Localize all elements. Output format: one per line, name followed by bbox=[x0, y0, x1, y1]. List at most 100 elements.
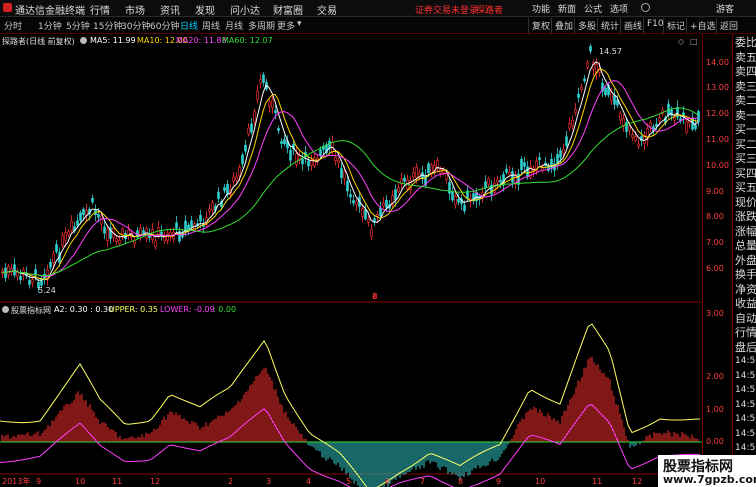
side-panel-label[interactable]: 买五 bbox=[735, 181, 756, 194]
side-panel-label[interactable]: 14:50 bbox=[735, 413, 756, 426]
period-tick[interactable]: 分时 bbox=[4, 19, 22, 32]
side-panel-label[interactable]: 委比 bbox=[735, 36, 756, 49]
chart-area[interactable]: 2013年 9 10 11 12 2 3 4 5 6 7 8 9 10 11 12 探路者(日线 前复权) M… bbox=[0, 34, 702, 487]
candle-body bbox=[589, 45, 592, 52]
menu-trade[interactable]: 交易 bbox=[317, 2, 337, 17]
period-5min[interactable]: 5分钟 bbox=[66, 19, 90, 32]
menu-ask[interactable]: 问小达 bbox=[230, 2, 260, 17]
side-panel-label[interactable]: 涨跌 bbox=[735, 210, 756, 223]
candle-body bbox=[103, 226, 106, 234]
side-panel-label[interactable]: 现价 bbox=[735, 196, 756, 209]
x-axis-label: 10 bbox=[75, 477, 85, 486]
login-status[interactable]: 证券交易未登录 bbox=[415, 3, 478, 16]
period-daily[interactable]: 日线 bbox=[180, 19, 198, 32]
side-panel-label[interactable]: 净资 bbox=[735, 283, 756, 296]
low-annotation: 5.24 bbox=[38, 286, 56, 295]
menu-functions[interactable]: 功能 bbox=[532, 2, 550, 15]
period-multi[interactable]: 多周期 bbox=[248, 19, 275, 32]
side-panel-label[interactable]: 卖一 bbox=[735, 109, 756, 122]
period-monthly[interactable]: 月线 bbox=[225, 19, 243, 32]
price-tick: 12.00 bbox=[706, 109, 729, 118]
x-axis-label: 11 bbox=[112, 477, 122, 486]
candle-body bbox=[397, 187, 400, 192]
side-panel-label[interactable]: 外盘 bbox=[735, 254, 756, 267]
candle-body bbox=[235, 176, 238, 181]
candle-body bbox=[226, 184, 229, 195]
candle-body bbox=[7, 266, 10, 275]
menu-news[interactable]: 资讯 bbox=[160, 2, 180, 17]
candle-body bbox=[628, 125, 631, 131]
side-panel-label[interactable]: 买二 bbox=[735, 138, 756, 151]
side-panel-label[interactable]: 14:50 bbox=[735, 399, 756, 412]
price-tick: 7.00 bbox=[706, 238, 724, 247]
period-more[interactable]: 更多 bbox=[277, 19, 295, 32]
candle-body bbox=[382, 202, 385, 207]
ma20-value: MA20: 11.88 bbox=[176, 36, 227, 45]
overlay-button[interactable]: 叠加 bbox=[551, 18, 576, 33]
side-panel-label[interactable]: 卖二 bbox=[735, 94, 756, 107]
side-panel-label[interactable]: 换手 bbox=[735, 268, 756, 281]
side-panel-label[interactable]: 自动 bbox=[735, 312, 756, 325]
candle-body bbox=[613, 95, 616, 105]
quote-side-panel: 委比卖五 卖四卖三 卖二卖一 买一买二 买三买四 买五现价 涨跌涨幅 总量外盘 换手净资 收益自动… bbox=[732, 34, 756, 487]
panel-close-icon[interactable]: □ bbox=[690, 37, 698, 46]
period-15min[interactable]: 15分钟 bbox=[93, 19, 122, 32]
period-1min[interactable]: 1分钟 bbox=[38, 19, 62, 32]
candle-body bbox=[223, 187, 226, 191]
kline-chart[interactable]: 2013年 9 10 11 12 2 3 4 5 6 7 8 9 10 11 12 bbox=[0, 34, 702, 487]
side-panel-label[interactable]: 总量 bbox=[735, 239, 756, 252]
period-weekly[interactable]: 周线 bbox=[202, 19, 220, 32]
side-panel-label[interactable]: 卖三 bbox=[735, 80, 756, 93]
side-panel-label[interactable]: 14:50 bbox=[735, 384, 756, 397]
mark-button[interactable]: 标记 bbox=[663, 18, 688, 33]
guest-label[interactable]: 游客 bbox=[716, 2, 734, 15]
panel-expand-icon[interactable]: ◇ bbox=[678, 37, 684, 46]
side-panel-label[interactable]: 14:50 bbox=[735, 428, 756, 441]
side-panel-label[interactable]: 14:50 bbox=[735, 355, 756, 368]
candle-body bbox=[268, 101, 271, 107]
menu-wealth-circle[interactable]: 财富圈 bbox=[273, 2, 303, 17]
side-panel-label[interactable]: 14:50 bbox=[735, 442, 756, 455]
side-panel-label[interactable]: 买一 bbox=[735, 123, 756, 136]
user-icon[interactable] bbox=[641, 3, 650, 12]
period-30min[interactable]: 30分钟 bbox=[121, 19, 150, 32]
menu-discover[interactable]: 发现 bbox=[195, 2, 215, 17]
side-panel-label[interactable]: 卖四 bbox=[735, 65, 756, 78]
candle-body bbox=[52, 253, 55, 263]
side-panel-label[interactable]: 涨幅 bbox=[735, 225, 756, 238]
side-panel-label[interactable]: 买四 bbox=[735, 167, 756, 180]
statistics-button[interactable]: 统计 bbox=[597, 18, 622, 33]
side-panel-label[interactable]: 14:50 bbox=[735, 370, 756, 383]
candle-body bbox=[637, 143, 640, 147]
menu-options[interactable]: 选项 bbox=[610, 2, 628, 15]
candle-body bbox=[49, 262, 52, 268]
event-marker[interactable]: 8 bbox=[372, 292, 378, 301]
side-panel-label[interactable]: 卖五 bbox=[735, 51, 756, 64]
side-panel-label[interactable]: 买三 bbox=[735, 152, 756, 165]
indicator-tick: 0.00 bbox=[706, 437, 724, 446]
side-panel-label[interactable]: 盘后 bbox=[735, 341, 756, 354]
candle-body bbox=[289, 150, 292, 161]
account-name[interactable]: 探路者 bbox=[476, 3, 503, 16]
candle-body bbox=[307, 160, 310, 167]
menu-market[interactable]: 市场 bbox=[125, 2, 145, 17]
candle-body bbox=[127, 229, 130, 236]
candle-body bbox=[379, 207, 382, 217]
indicator-settings-icon[interactable] bbox=[2, 306, 9, 313]
multi-stock-button[interactable]: 多股 bbox=[574, 18, 599, 33]
back-button[interactable]: 返回 bbox=[716, 18, 741, 33]
candle-body bbox=[334, 157, 337, 161]
menu-new-layout[interactable]: 新面 bbox=[558, 2, 576, 15]
menu-market-quotes[interactable]: 行情 bbox=[90, 2, 110, 17]
menu-formula[interactable]: 公式 bbox=[584, 2, 602, 15]
indicator-a2: A2: 0.30 : 0.30 bbox=[54, 305, 114, 314]
ma-settings-icon[interactable] bbox=[80, 37, 87, 44]
adjust-button[interactable]: 复权 bbox=[528, 18, 553, 33]
add-watchlist-button[interactable]: +自选 bbox=[686, 18, 719, 33]
period-60min[interactable]: 60分钟 bbox=[150, 19, 179, 32]
draw-line-button[interactable]: 画线 bbox=[620, 18, 645, 33]
side-panel-label[interactable]: 行情 bbox=[735, 326, 756, 339]
candle-body bbox=[31, 279, 34, 284]
chevron-down-icon[interactable]: ▾ bbox=[297, 19, 302, 29]
side-panel-label[interactable]: 收益 bbox=[735, 297, 756, 310]
